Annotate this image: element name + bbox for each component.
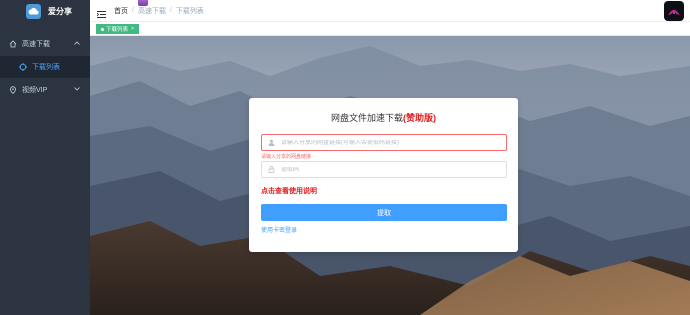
chevron-down-icon [74, 86, 80, 93]
cloud-icon [26, 3, 41, 19]
download-card: 网盘文件加速下载(赞助版) 请输入分享的网盘链接 点击查看使用说明 提取 使用卡… [249, 98, 518, 252]
sidebar-item-high-speed-download[interactable]: 高速下载 [0, 32, 90, 56]
tag-download-list[interactable]: 下载列表 × [96, 24, 140, 34]
close-icon[interactable]: × [131, 26, 134, 32]
breadcrumb-home[interactable]: 首页 [114, 6, 128, 16]
breadcrumb-separator: / [132, 7, 134, 14]
chevron-up-icon [74, 40, 80, 47]
share-link-error: 请输入分享的网盘链接 [261, 154, 312, 160]
sidebar-item-label: 视频VIP [22, 87, 48, 94]
target-icon [18, 62, 28, 72]
avatar[interactable] [664, 1, 684, 21]
tags-view-bar: 下载列表 × [90, 22, 690, 36]
lock-icon [267, 165, 276, 174]
breadcrumb-separator: / [169, 7, 172, 14]
hamburger-icon[interactable] [96, 6, 106, 18]
sidebar: 爱分享 高速下载 下载列表 视频VIP [0, 0, 90, 315]
top-header: 首页 / 高速下载 / 下载列表 [90, 0, 690, 22]
share-link-input[interactable] [281, 139, 501, 146]
card-title-main: 网盘文件加速下载 [330, 113, 403, 123]
logo-text: 爱分享 [48, 6, 72, 16]
card-title-highlight: (赞助版) [403, 113, 436, 123]
logo: 爱分享 [0, 0, 90, 22]
extract-code-field[interactable] [261, 161, 507, 178]
breadcrumb-high-speed-download[interactable]: 高速下载 [137, 0, 166, 16]
share-link-field[interactable] [261, 134, 507, 151]
sidebar-item-label: 高速下载 [22, 41, 50, 48]
tag-label: 下载列表 [106, 27, 129, 33]
location-icon [8, 85, 18, 95]
extract-code-input[interactable] [281, 166, 501, 173]
usage-instructions-link[interactable]: 点击查看使用说明 [261, 186, 317, 196]
sidebar-item-video-vip[interactable]: 视频VIP [0, 78, 90, 102]
card-title: 网盘文件加速下载(赞助版) [249, 111, 518, 124]
sidebar-sub-item-label: 下载列表 [32, 64, 60, 71]
breadcrumb-download-list: 下载列表 [175, 7, 204, 15]
sidebar-item-download-list[interactable]: 下载列表 [0, 56, 90, 78]
breadcrumb: 首页 / 高速下载 / 下载列表 [114, 0, 204, 16]
home-icon [8, 39, 18, 49]
main-content: 网盘文件加速下载(赞助版) 请输入分享的网盘链接 点击查看使用说明 提取 使用卡… [90, 36, 690, 315]
extract-button[interactable]: 提取 [261, 204, 507, 221]
user-icon [267, 138, 276, 147]
card-key-login-link[interactable]: 使用卡密登录 [261, 225, 297, 234]
active-dot-icon [101, 27, 104, 31]
